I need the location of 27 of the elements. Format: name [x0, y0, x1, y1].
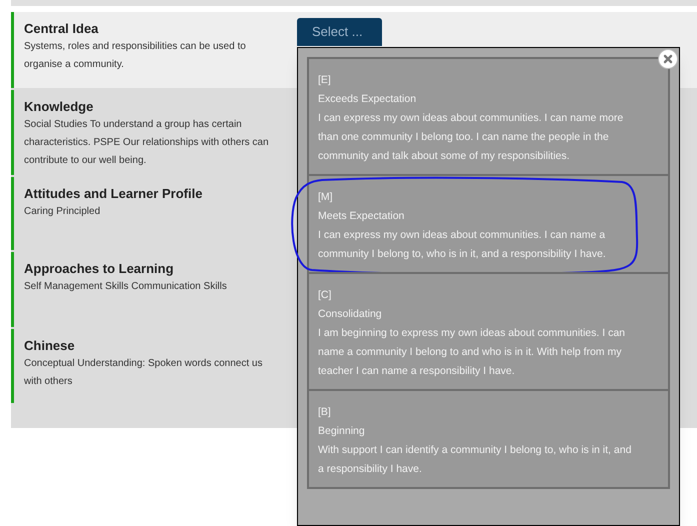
section-title: Central Idea — [24, 20, 100, 37]
option-card[interactable]: [C] Consolidating I am beginning to express my own ideas about communities. I can name a community I belong to and who is in it. With help from my teacher I can name a responsibility I have. — [307, 272, 670, 391]
option-code: [B] — [318, 405, 332, 420]
section-title: Chinese — [24, 337, 76, 354]
option-level: Beginning — [318, 424, 366, 439]
option-code: [E] — [318, 73, 332, 88]
option-code: [M] — [318, 190, 334, 205]
select-button[interactable]: Select ... — [297, 18, 382, 46]
option-level: Consolidating — [318, 307, 383, 322]
section-title: Knowledge — [24, 98, 94, 115]
option-description: I am beginning to express my own ideas about communities. I can name a community I belong to and who is in it. With help from my teacher I can name a responsibility I have. — [318, 326, 626, 379]
option-level: Meets Expectation — [318, 209, 406, 224]
option-code: [C] — [318, 288, 332, 303]
section-title: Attitudes and Learner Profile — [24, 185, 204, 202]
option-card[interactable]: [M] Meets Expectation I can express my own ideas about communities. I can name a community I belong to, who is in it, and a responsibility I have. — [307, 174, 670, 274]
option-card[interactable]: [B] Beginning With support I can identify a community I belong to, who is in it, and a responsibility I have. — [307, 389, 670, 489]
option-description: With support I can identify a community I belong to, who is in it, and a responsibility I have. — [318, 443, 632, 477]
section-text: Conceptual Understanding: Spoken words connect us with others — [24, 357, 264, 389]
section-text: Self Management Skills Communication Skills — [24, 280, 228, 294]
option-description: I can express my own ideas about communities. I can name a community I belong to, who is in it, and a responsibility I have. — [318, 228, 607, 262]
option-level: Exceeds Expectation — [318, 92, 418, 107]
option-description: I can express my own ideas about communities. I can name more than one community I belong too. I can name the people in the community and talk about some of my responsibilities. — [318, 111, 624, 164]
section-text: Caring Principled — [24, 205, 102, 219]
option-card[interactable] — [307, 57, 670, 176]
section-text: Social Studies To understand a group has certain characteristics. PSPE Our relationships with others can contribute to our well being. — [24, 118, 270, 168]
section-text: Systems, roles and responsibilities can be used to organise a community. — [24, 40, 247, 72]
section-title: Approaches to Learning — [24, 260, 175, 277]
